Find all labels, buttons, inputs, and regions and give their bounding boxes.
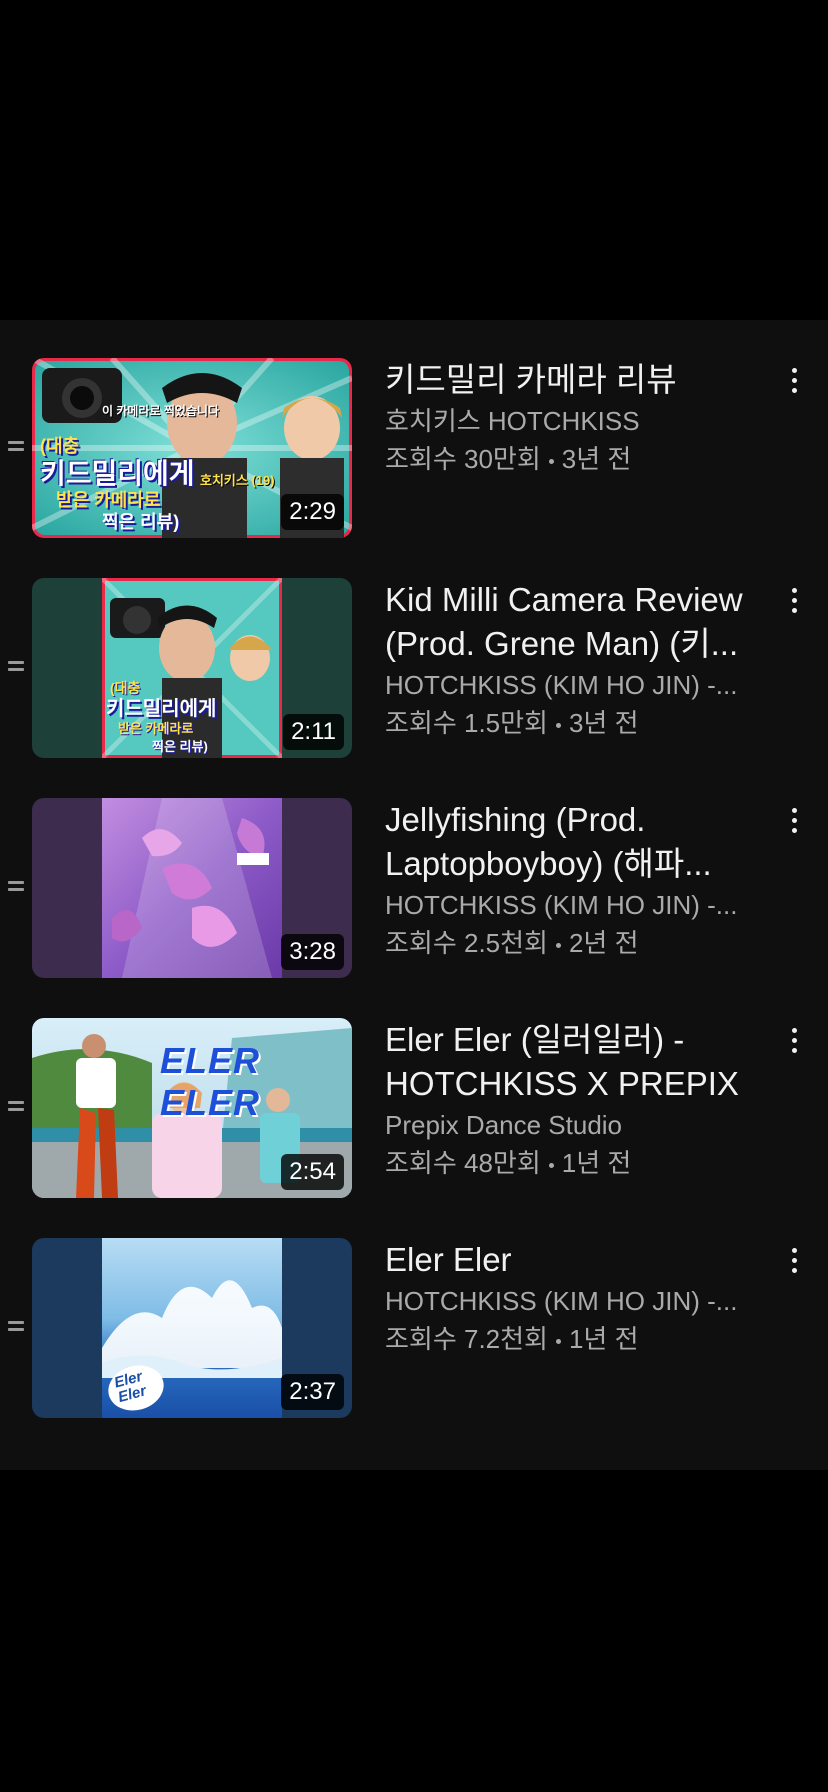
drag-handle-icon[interactable] <box>8 661 24 675</box>
channel-name: Prepix Dance Studio <box>385 1110 623 1140</box>
duration-badge: 2:54 <box>281 1154 344 1190</box>
video-info[interactable]: Eler Eler HOTCHKISS (KIM HO JIN) -... 조회… <box>385 1238 780 1358</box>
upload-age: 3년 전 <box>568 708 639 738</box>
channel-name: HOTCHKISS (KIM HO JIN) -... <box>385 1286 738 1316</box>
separator-dot <box>555 722 561 728</box>
thumbnail-image: (대충 키드밀리에게 받은 카메라로 찍은 리뷰) <box>102 578 282 758</box>
video-title[interactable]: Kid Milli Camera Review (Prod. Grene Man… <box>385 578 780 666</box>
drag-handle-icon[interactable] <box>8 1321 24 1335</box>
video-thumbnail[interactable]: 3:28 <box>32 798 352 978</box>
top-blank-area <box>0 0 828 320</box>
more-options-icon[interactable] <box>782 1028 806 1062</box>
drag-handle-icon[interactable] <box>8 441 24 455</box>
thumbnail-caption-4: 찍은 리뷰) <box>152 739 208 754</box>
upload-age: 2년 전 <box>568 928 639 958</box>
thumbnail-caption-small-2: 호치키스 (19) <box>200 473 275 488</box>
video-title[interactable]: Eler Eler (일러일러) - HOTCHKISS X PREPIX <box>385 1018 780 1106</box>
thumbnail-caption-3: 받은 카메라로 <box>118 721 194 736</box>
thumbnail-caption-4: 찍은 리뷰) <box>102 512 180 532</box>
upload-age: 1년 전 <box>561 1148 632 1178</box>
playlist-item[interactable]: (대충 키드밀리에게 받은 카메라로 찍은 리뷰) 이 카메라로 찍었습니다 호… <box>0 358 828 538</box>
separator-dot <box>548 1162 554 1168</box>
thumbnail-caption-small-1: 이 카메라로 찍었습니다 <box>102 404 220 418</box>
more-options-icon[interactable] <box>782 1248 806 1282</box>
thumbnail-image: Eler Eler <box>102 1238 282 1418</box>
video-info[interactable]: Eler Eler (일러일러) - HOTCHKISS X PREPIX Pr… <box>385 1018 780 1182</box>
more-options-icon[interactable] <box>782 808 806 842</box>
view-count: 조회수 30만회 <box>385 444 541 474</box>
view-count: 조회수 2.5천회 <box>385 928 548 958</box>
thumbnail-banner: ELER ELER <box>160 1040 261 1123</box>
upload-age: 3년 전 <box>561 444 632 474</box>
duration-badge: 3:28 <box>281 934 344 970</box>
duration-badge: 2:29 <box>281 494 344 530</box>
playlist-item[interactable]: ELER ELER 2:54 Eler Eler (일러일러) - HOTCHK… <box>0 1018 828 1198</box>
view-count: 조회수 1.5만회 <box>385 708 548 738</box>
duration-badge: 2:37 <box>281 1374 344 1410</box>
video-title[interactable]: Eler Eler <box>385 1238 780 1282</box>
more-options-icon[interactable] <box>782 368 806 402</box>
thumbnail-image <box>102 798 282 978</box>
view-count: 조회수 7.2천회 <box>385 1324 548 1354</box>
video-info[interactable]: 키드밀리 카메라 리뷰 호치키스 HOTCHKISS 조회수 30만회 3년 전 <box>385 358 780 478</box>
video-thumbnail[interactable]: (대충 키드밀리에게 받은 카메라로 찍은 리뷰) 이 카메라로 찍었습니다 호… <box>32 358 352 538</box>
video-info[interactable]: Jellyfishing (Prod. Laptopboyboy) (해파...… <box>385 798 780 962</box>
video-meta: 조회수 7.2천회 1년 전 <box>385 1320 780 1358</box>
thumbnail-caption-2: 키드밀리에게 <box>106 698 217 720</box>
drag-handle-icon[interactable] <box>8 881 24 895</box>
duration-badge: 2:11 <box>283 714 344 750</box>
playlist-item[interactable]: 3:28 Jellyfishing (Prod. Laptopboyboy) (… <box>0 798 828 978</box>
playlist-item[interactable]: (대충 키드밀리에게 받은 카메라로 찍은 리뷰) 2:11 Kid Milli… <box>0 578 828 758</box>
video-meta: 조회수 1.5만회 3년 전 <box>385 704 780 742</box>
more-options-icon[interactable] <box>782 588 806 622</box>
video-meta: 조회수 30만회 3년 전 <box>385 440 780 478</box>
drag-handle-icon[interactable] <box>8 1101 24 1115</box>
channel-name: HOTCHKISS (KIM HO JIN) -... <box>385 890 738 920</box>
separator-dot <box>555 942 561 948</box>
playlist-panel: (대충 키드밀리에게 받은 카메라로 찍은 리뷰) 이 카메라로 찍었습니다 호… <box>0 320 828 1470</box>
video-title[interactable]: 키드밀리 카메라 리뷰 <box>385 358 780 402</box>
video-meta: 조회수 2.5천회 2년 전 <box>385 924 780 962</box>
playlist-item[interactable]: Eler Eler 2:37 Eler Eler HOTCHKISS (KIM … <box>0 1238 828 1418</box>
bottom-blank-area <box>0 1470 828 1792</box>
video-title[interactable]: Jellyfishing (Prod. Laptopboyboy) (해파... <box>385 798 780 886</box>
video-thumbnail[interactable]: ELER ELER 2:54 <box>32 1018 352 1198</box>
view-count: 조회수 48만회 <box>385 1148 541 1178</box>
video-thumbnail[interactable]: (대충 키드밀리에게 받은 카메라로 찍은 리뷰) 2:11 <box>32 578 352 758</box>
upload-age: 1년 전 <box>568 1324 639 1354</box>
video-info[interactable]: Kid Milli Camera Review (Prod. Grene Man… <box>385 578 780 742</box>
separator-dot <box>555 1338 561 1344</box>
channel-name: 호치키스 HOTCHKISS <box>385 406 640 436</box>
video-meta: 조회수 48만회 1년 전 <box>385 1144 780 1182</box>
video-thumbnail[interactable]: Eler Eler 2:37 <box>32 1238 352 1418</box>
separator-dot <box>548 458 554 464</box>
channel-name: HOTCHKISS (KIM HO JIN) -... <box>385 670 738 700</box>
